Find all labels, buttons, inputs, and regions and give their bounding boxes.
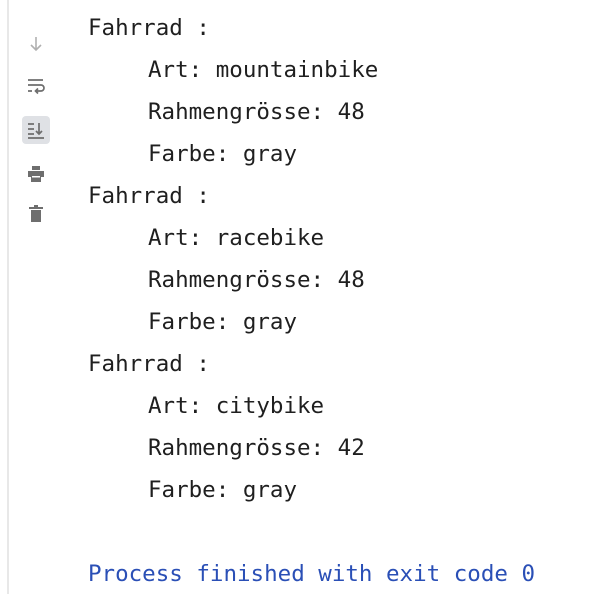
run-console: Fahrrad : Art: mountainbike Rahmengrösse… (0, 0, 593, 594)
console-toolbar (0, 0, 71, 594)
gutter-divider (7, 0, 9, 594)
trash-icon[interactable] (22, 200, 50, 228)
output-line-art: Art: citybike (148, 393, 325, 419)
output-line-header: Fahrrad : (88, 15, 210, 41)
output-line-header: Fahrrad : (88, 351, 210, 377)
output-line-rahmen: Rahmengrösse: 48 (148, 99, 365, 125)
soft-wrap-icon[interactable] (22, 72, 50, 100)
output-line-rahmen: Rahmengrösse: 48 (148, 267, 365, 293)
output-line-farbe: Farbe: gray (148, 309, 298, 335)
scroll-to-end-icon[interactable] (22, 116, 50, 144)
output-line-rahmen: Rahmengrösse: 42 (148, 435, 365, 461)
output-line-header: Fahrrad : (88, 183, 210, 209)
output-line-farbe: Farbe: gray (148, 477, 298, 503)
output-line-art: Art: mountainbike (148, 57, 379, 83)
process-finished-message: Process finished with exit code 0 (88, 561, 536, 587)
console-output: Fahrrad : Art: mountainbike Rahmengrösse… (88, 8, 593, 594)
output-line-farbe: Farbe: gray (148, 141, 298, 167)
print-icon[interactable] (22, 160, 50, 188)
output-line-art: Art: racebike (148, 225, 325, 251)
scroll-down-arrow-icon[interactable] (22, 30, 50, 58)
